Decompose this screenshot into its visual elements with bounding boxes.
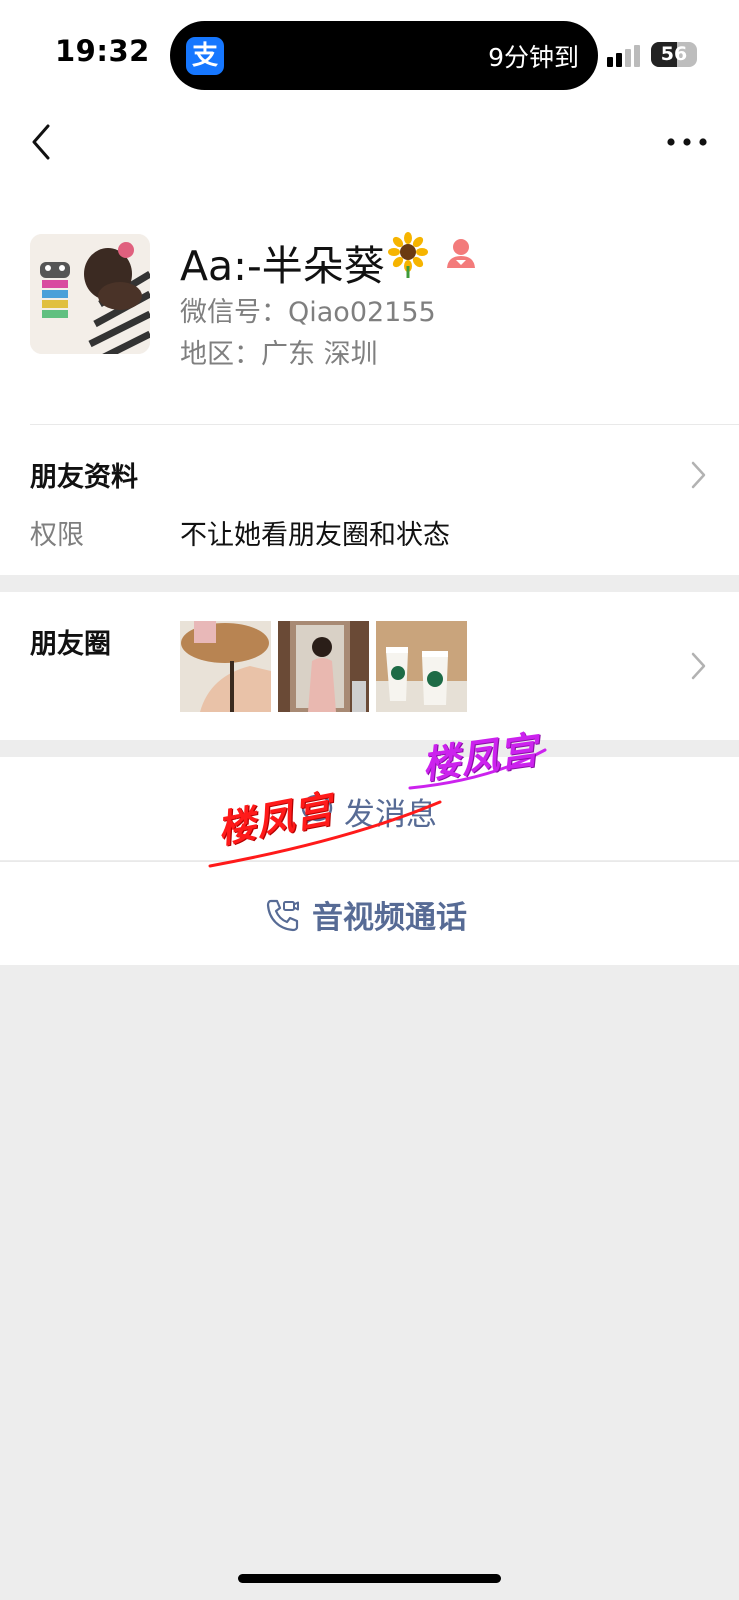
moments-thumbnail [376, 621, 467, 712]
send-message-button[interactable]: 发消息 [0, 757, 739, 860]
permission-label: 权限 [30, 520, 84, 551]
battery-icon: 56 [651, 42, 697, 67]
island-eta-text: 9分钟到 [488, 43, 579, 72]
moments-section[interactable]: 朋友圈 [0, 592, 739, 740]
video-call-icon [266, 899, 299, 932]
more-dots-icon[interactable] [665, 128, 709, 156]
wechat-id: 微信号：Qiao02155 [180, 297, 436, 328]
profile-header: Aa:-半朵葵 微信号：Qiao02155 地区：广东 深圳 [0, 190, 739, 425]
nav-bar [0, 100, 739, 190]
sunflower-icon [388, 232, 428, 278]
profile-nickname: Aa:-半朵葵 [180, 242, 385, 290]
av-call-button[interactable]: 音视频通话 [0, 862, 739, 965]
moments-title: 朋友圈 [30, 629, 111, 660]
friend-info-title: 朋友资料 [30, 462, 138, 493]
signal-icon [607, 45, 640, 67]
moments-thumbnail [180, 621, 271, 712]
send-message-label: 发消息 [344, 797, 437, 833]
chevron-right-icon [691, 461, 706, 489]
friend-info-section[interactable]: 朋友资料 权限 不让她看朋友圈和状态 [0, 425, 739, 575]
chevron-left-icon[interactable] [28, 120, 58, 164]
status-time: 19:32 [55, 34, 150, 68]
region: 地区：广东 深圳 [180, 339, 378, 370]
av-call-label: 音视频通话 [312, 900, 467, 936]
female-icon [447, 239, 475, 268]
home-indicator[interactable] [238, 1574, 501, 1583]
chevron-right-icon [691, 652, 706, 680]
alipay-icon: 支 [186, 37, 224, 75]
avatar-image [30, 234, 150, 354]
avatar[interactable] [30, 234, 150, 354]
moments-thumbnail [278, 621, 369, 712]
battery-percent: 56 [660, 43, 688, 65]
permission-value: 不让她看朋友圈和状态 [180, 520, 450, 551]
status-bar: 19:32 支 9分钟到 56 [0, 0, 739, 100]
